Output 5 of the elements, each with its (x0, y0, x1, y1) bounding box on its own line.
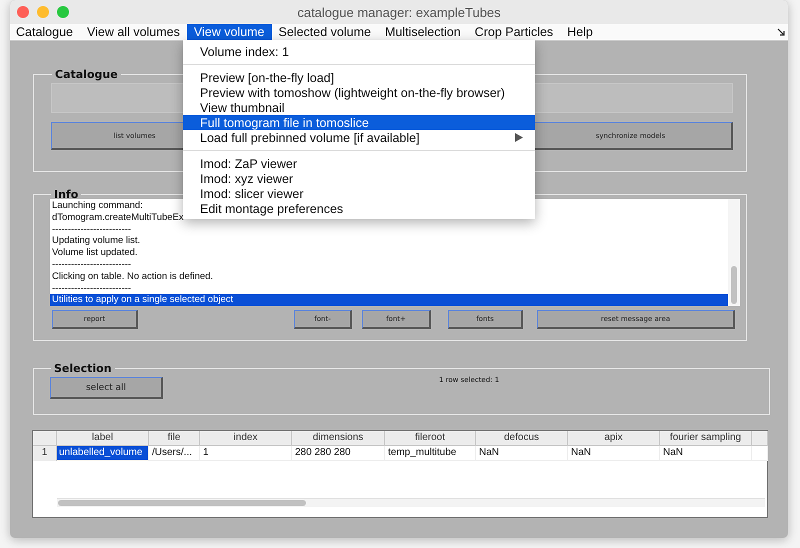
row-number: 1 (33, 446, 57, 461)
panel-title: Catalogue (54, 68, 119, 81)
panel-title: Info (53, 188, 80, 201)
panel-title: Selection (53, 362, 113, 375)
window-title: catalogue manager: exampleTubes (297, 4, 501, 20)
